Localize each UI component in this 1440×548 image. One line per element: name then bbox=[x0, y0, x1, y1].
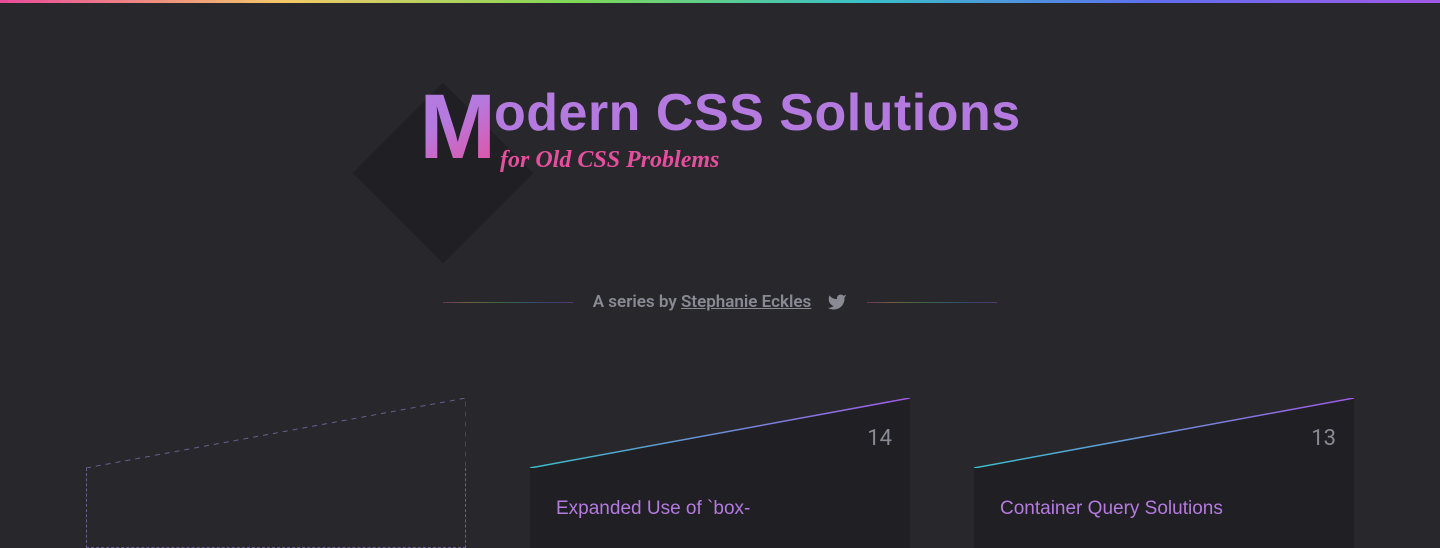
card-body bbox=[86, 468, 466, 548]
card-top bbox=[86, 398, 466, 468]
author-link[interactable]: Stephanie Eckles bbox=[681, 292, 811, 312]
page-title: odern CSS Solutions bbox=[494, 87, 1021, 139]
card-number: 13 bbox=[1311, 426, 1336, 451]
card-placeholder[interactable] bbox=[86, 398, 466, 548]
title-wrap: M odern CSS Solutions for Old CSS Proble… bbox=[419, 81, 1020, 174]
card-body: Container Query Solutions bbox=[974, 468, 1354, 548]
card-body: Expanded Use of `box- bbox=[530, 468, 910, 548]
card[interactable]: 14 Expanded Use of `box- bbox=[530, 398, 910, 548]
rule-left bbox=[443, 302, 573, 303]
byline-prefix: A series by bbox=[593, 292, 681, 312]
card-top bbox=[974, 398, 1354, 468]
cards-row: 14 Expanded Use of `box- 13 Container Qu… bbox=[0, 398, 1440, 548]
twitter-icon[interactable] bbox=[827, 292, 847, 312]
hero: M odern CSS Solutions for Old CSS Proble… bbox=[0, 3, 1440, 312]
rule-right bbox=[867, 302, 997, 303]
byline-row: A series by Stephanie Eckles bbox=[443, 292, 998, 312]
card-number: 14 bbox=[867, 426, 892, 451]
byline: A series by Stephanie Eckles bbox=[593, 292, 812, 312]
title-text-group: odern CSS Solutions for Old CSS Problems bbox=[494, 81, 1021, 174]
card-top bbox=[530, 398, 910, 468]
page-subtitle: for Old CSS Problems bbox=[500, 147, 1021, 174]
title-initial: M bbox=[419, 81, 494, 173]
card-title: Expanded Use of `box- bbox=[556, 498, 884, 520]
card[interactable]: 13 Container Query Solutions bbox=[974, 398, 1354, 548]
card-title: Container Query Solutions bbox=[1000, 498, 1328, 520]
